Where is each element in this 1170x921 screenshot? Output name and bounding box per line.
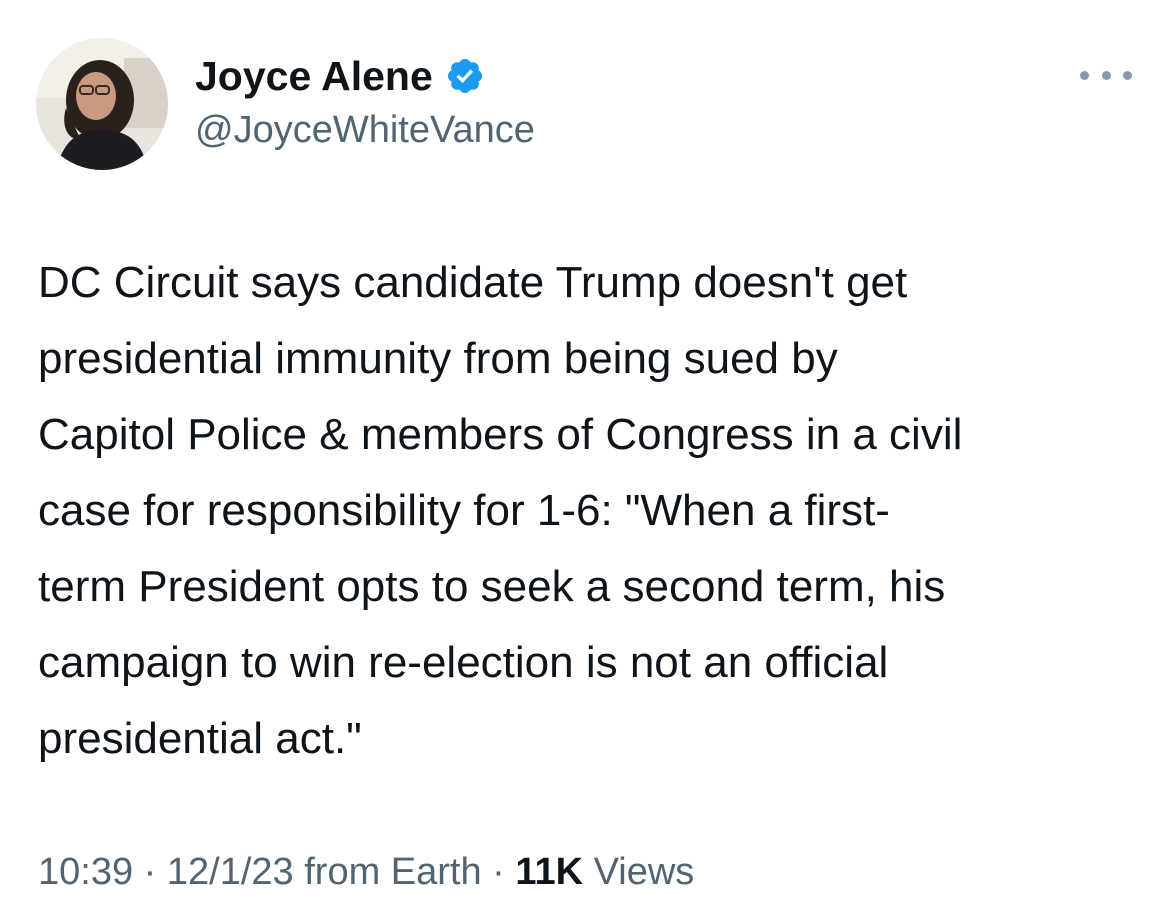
- tweet-time[interactable]: 10:39: [38, 851, 133, 893]
- tweet-meta: 10:39 · 12/1/23 from Earth · 11K Views: [38, 846, 694, 898]
- tweet-text-line: term President opts to seek a second ter…: [38, 562, 946, 611]
- tweet-text-line: DC Circuit says candidate Trump doesn't …: [38, 258, 908, 307]
- views-count[interactable]: 11K: [515, 851, 583, 893]
- tweet-text-line: presidential immunity from being sued by: [38, 334, 838, 383]
- tweet-text-line: case for responsibility for 1-6: "When a…: [38, 486, 890, 535]
- more-dot: [1101, 70, 1111, 80]
- author-display-name[interactable]: Joyce Alene: [195, 50, 433, 102]
- tweet-text: DC Circuit says candidate Trump doesn't …: [38, 245, 1148, 777]
- more-options-icon[interactable]: [1080, 58, 1132, 92]
- author-handle[interactable]: @JoyceWhiteVance: [195, 104, 535, 156]
- tweet-text-line: presidential act.": [38, 714, 362, 763]
- meta-separator: ·: [133, 851, 167, 893]
- tweet-text-line: Capitol Police & members of Congress in …: [38, 410, 963, 459]
- tweet-text-line: campaign to win re-election is not an of…: [38, 638, 889, 687]
- tweet-date[interactable]: 12/1/23: [167, 851, 294, 893]
- views-label[interactable]: Views: [583, 851, 695, 893]
- author-avatar[interactable]: [36, 38, 168, 170]
- verified-badge-icon: [445, 56, 485, 96]
- more-dot: [1123, 70, 1132, 80]
- more-dot: [1080, 70, 1089, 80]
- author-name-row: Joyce Alene: [195, 50, 485, 102]
- tweet-source: from Earth: [293, 851, 482, 893]
- meta-separator: ·: [481, 851, 516, 893]
